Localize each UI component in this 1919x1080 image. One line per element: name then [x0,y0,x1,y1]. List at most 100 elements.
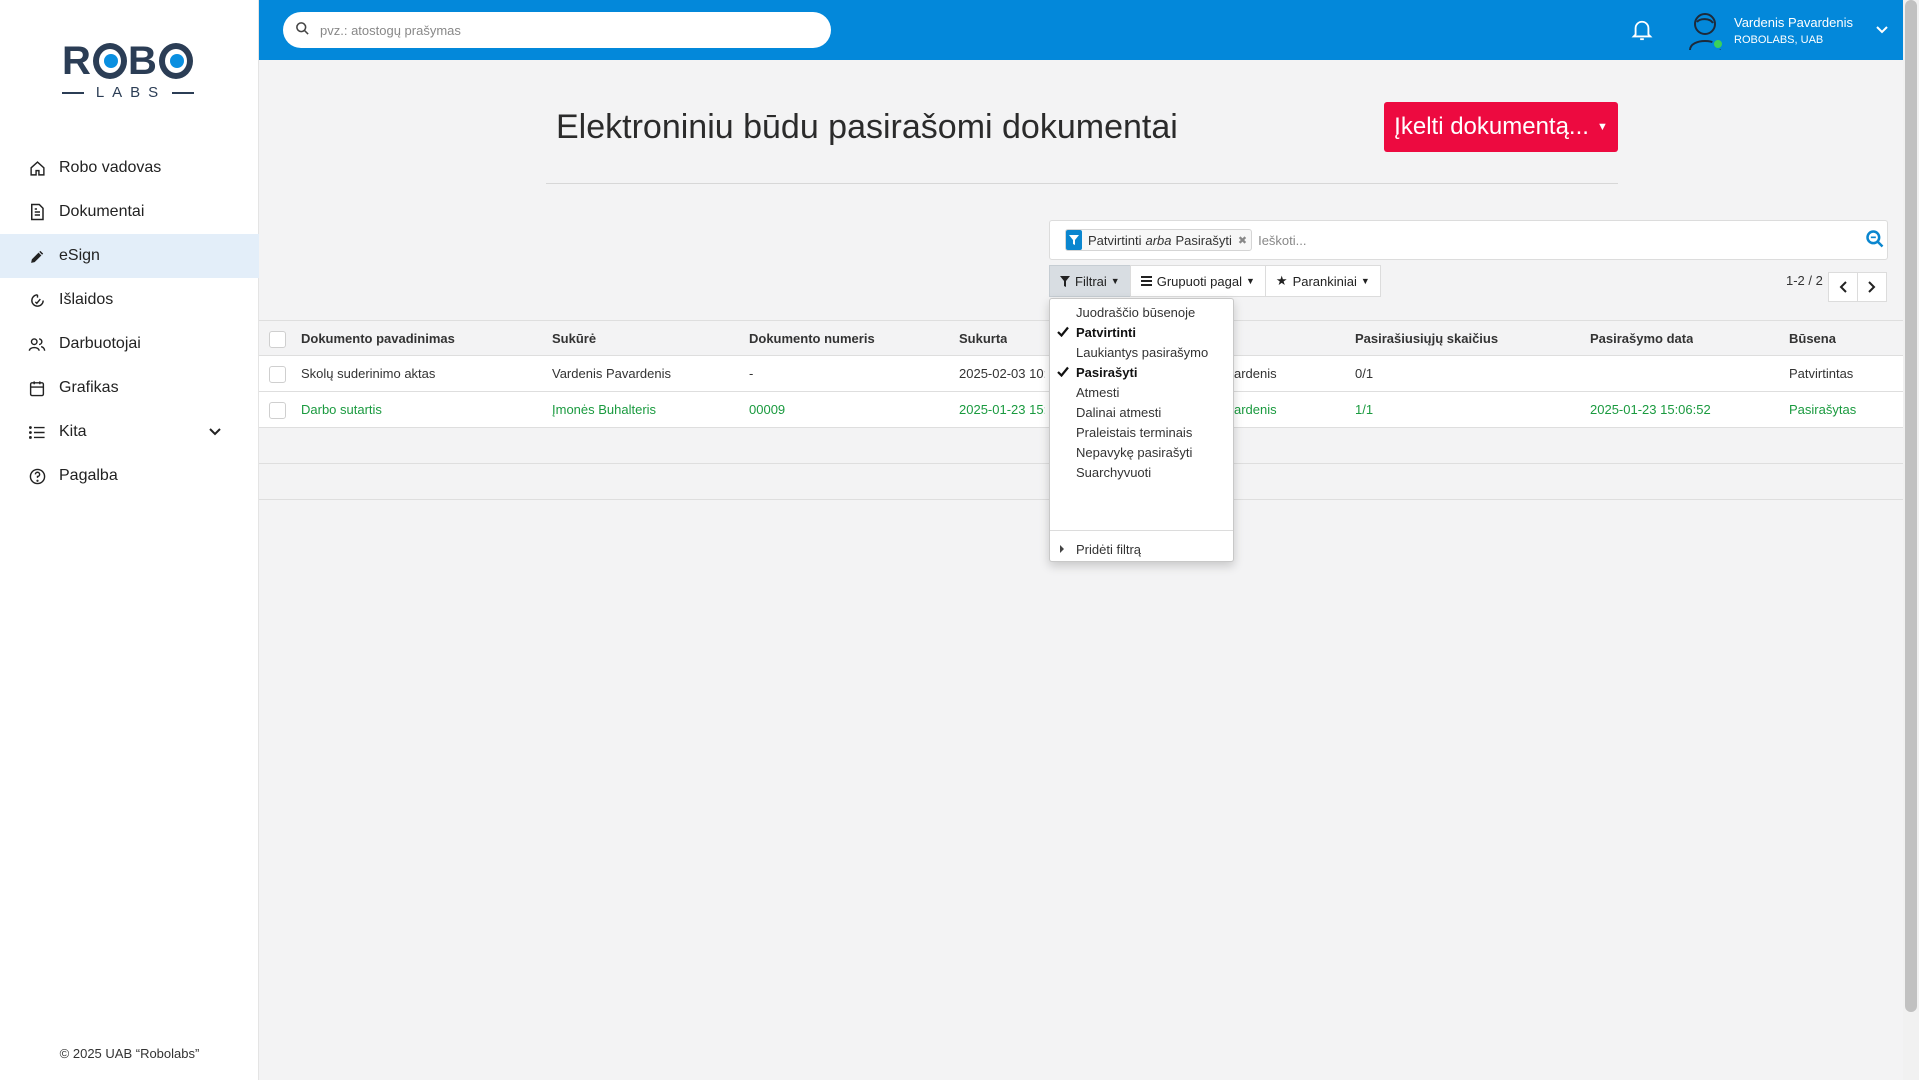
upload-document-button[interactable]: Įkelti dokumentą... ▼ [1384,102,1618,152]
help-icon [28,467,46,485]
copyright: © 2025 UAB “Robolabs” [59,1046,200,1061]
sidebar-item-label: Grafikas [59,379,119,396]
next-page-button[interactable] [1857,272,1887,302]
group-by-label: Grupuoti pagal [1156,273,1242,289]
column-header-name[interactable]: Dokumento pavadinimas [301,321,455,355]
filter-option-label: Praleistais terminais [1076,424,1193,440]
signer-name: ardenis [1234,402,1277,417]
favorites-button[interactable]: ★ Parankiniai ▼ [1264,265,1381,297]
column-header-created-by[interactable]: Sukūrė [552,321,596,355]
filter-option-approved[interactable]: Patvirtinti [1050,322,1233,342]
filter-search-box[interactable]: Patvirtinti arba Pasirašyti ✖ [1049,220,1888,260]
column-header-number[interactable]: Dokumento numeris [749,321,875,355]
global-search[interactable] [283,12,831,48]
add-filter-option[interactable]: Pridėti filtrą [1050,539,1233,559]
chevron-down-icon[interactable] [1876,22,1888,37]
column-header-created[interactable]: Sukurta [959,321,1007,355]
document-number: - [749,366,754,381]
sidebar: RB LABS Robo vadovas Dokumentai eSign Iš… [0,0,259,1080]
menu-divider [1050,530,1233,531]
sidebar-item-kita[interactable]: Kita [0,410,259,454]
caret-down-icon: ▼ [1596,121,1608,133]
sidebar-item-dokumentai[interactable]: Dokumentai [0,190,259,234]
sidebar-item-pagalba[interactable]: Pagalba [0,454,259,498]
check-icon [1057,325,1069,340]
filter-option-draft[interactable]: Juodraščio būsenoje [1050,302,1233,322]
document-number: 00009 [749,402,786,417]
search-icon[interactable] [1865,229,1885,252]
caret-down-icon: ▼ [1245,276,1255,286]
scrollbar-thumb[interactable] [1905,0,1917,1012]
previous-page-button[interactable] [1828,272,1858,302]
group-by-button[interactable]: Grupuoti pagal ▼ [1129,265,1266,297]
sidebar-item-darbuotojai[interactable]: Darbuotojai [0,322,259,366]
select-all-checkbox[interactable] [269,331,286,348]
signers-count: 0/1 [1355,366,1374,381]
column-header-status[interactable]: Būsena [1789,321,1836,355]
created-date: 2025-02-03 10:1 [959,366,1045,381]
caret-right-icon [1060,545,1064,553]
filter-option-label: Nepavykę pasirašyti [1076,444,1193,460]
sidebar-item-label: Robo vadovas [59,159,162,176]
filter-option-awaiting-signature[interactable]: Laukiantys pasirašymo [1050,342,1233,362]
facet-or: arba [1145,232,1172,248]
document-icon [28,203,46,221]
created-by: Vardenis Pavardenis [552,366,671,381]
signer-name: ardenis [1234,366,1277,381]
star-icon: ★ [1275,273,1288,288]
user-name: Vardenis Pavardenis [1734,15,1853,30]
bars-icon [1140,276,1152,286]
robolabs-logo[interactable]: RB LABS [62,40,194,104]
column-header-signers-count[interactable]: Pasirašiusiųjų skaičius [1355,321,1498,355]
sidebar-item-robo-vadovas[interactable]: Robo vadovas [0,146,259,190]
pager-value: 1-2 / 2 [1786,273,1823,288]
filter-option-partially-rejected[interactable]: Dalinai atmesti [1050,402,1233,422]
page-scrollbar[interactable] [1903,0,1919,1080]
users-icon [28,335,46,353]
filter-option-label: Atmesti [1076,384,1120,400]
filter-facet: Patvirtinti arba Pasirašyti ✖ [1065,229,1253,251]
filter-option-label: Patvirtinti [1076,324,1136,340]
top-bar: Vardenis Pavardenis ROBOLABS, UAB [259,0,1903,60]
sidebar-item-islaidos[interactable]: Išlaidos [0,278,259,322]
filters-label: Filtrai [1075,273,1107,289]
filter-option-rejected[interactable]: Atmesti [1050,382,1233,402]
search-icon [295,21,310,39]
filter-option-failed-to-sign[interactable]: Nepavykę pasirašyti [1050,442,1233,462]
user-company: ROBOLABS, UAB [1734,34,1824,46]
filter-option-label: Dalinai atmesti [1076,404,1162,420]
signing-date: 2025-01-23 15:06:52 [1590,402,1711,417]
remove-facet-icon[interactable]: ✖ [1238,234,1247,247]
column-header-signing-date[interactable]: Pasirašymo data [1590,321,1693,355]
row-checkbox[interactable] [269,366,286,383]
list-icon [28,423,46,441]
filter-icon [1066,230,1082,250]
row-checkbox[interactable] [269,402,286,419]
logo-wordmark-bottom: LABS [62,84,194,101]
status: Pasirašytas [1789,402,1857,417]
sidebar-item-esign[interactable]: eSign [0,234,259,278]
filters-button[interactable]: Filtrai ▼ [1049,265,1131,297]
filter-option-label: Juodraščio būsenoje [1076,304,1196,320]
sidebar-item-grafikas[interactable]: Grafikas [0,366,259,410]
global-search-input[interactable] [320,22,800,38]
filter-option-archived[interactable]: Suarchyvuoti [1050,462,1233,482]
logo-wordmark-top: RB [62,40,194,82]
caret-down-icon: ▼ [1360,276,1370,286]
filter-option-overdue[interactable]: Praleistais terminais [1050,422,1233,442]
favorites-label: Parankiniai [1292,273,1357,289]
facet-value-b: Pasirašyti [1175,232,1232,248]
sidebar-nav: Robo vadovas Dokumentai eSign Išlaidos D… [0,146,259,498]
document-name: Skolų suderinimo aktas [301,366,436,381]
signers-count: 1/1 [1355,402,1374,417]
avatar [1686,10,1724,52]
status: Patvirtintas [1789,366,1854,381]
sidebar-item-label: Pagalba [59,467,118,484]
created-by: Įmonės Buhalteris [552,402,657,417]
chevron-down-icon [209,423,221,441]
filter-option-signed[interactable]: Pasirašyti [1050,362,1233,382]
filter-search-input[interactable] [1258,232,1859,248]
upload-button-label: Įkelti dokumentą... [1394,113,1589,140]
bell-icon[interactable] [1631,18,1653,45]
user-menu[interactable]: Vardenis Pavardenis ROBOLABS, UAB [1686,10,1853,52]
